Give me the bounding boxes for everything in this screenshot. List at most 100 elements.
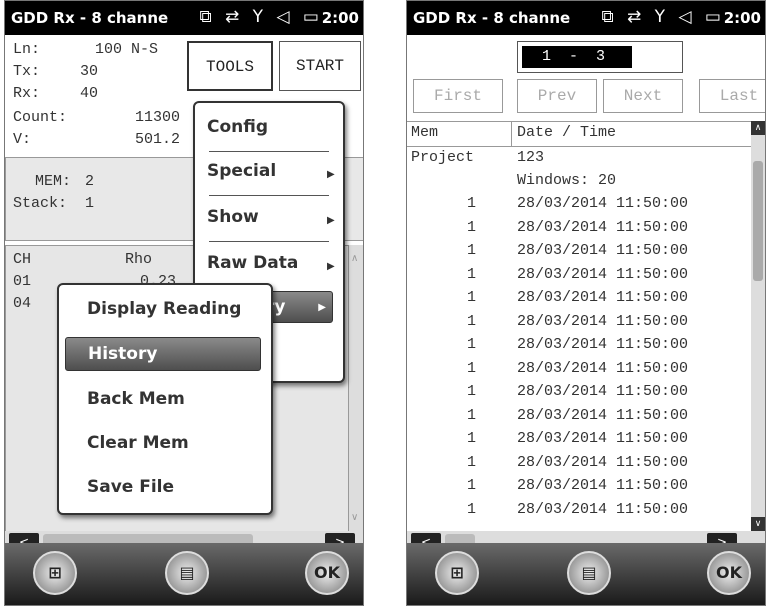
scroll-down-icon[interactable]: ∨ (351, 512, 358, 523)
mem-value: 2 (85, 173, 95, 190)
v-value: 501.2 (135, 131, 181, 148)
row-mem: 1 (467, 289, 477, 306)
menu-item-config[interactable]: Config (207, 117, 268, 137)
table-row[interactable]: 1 28/03/2014 11:50:00 (407, 475, 751, 498)
stack-value: 1 (85, 195, 95, 212)
menu-item-save-file[interactable]: Save File (87, 477, 174, 497)
menu-divider (209, 151, 329, 152)
table-row[interactable]: 1 28/03/2014 11:50:00 (407, 452, 751, 475)
project-value: 123 (517, 149, 545, 166)
row-datetime: 28/03/2014 11:50:00 (517, 383, 689, 400)
column-header-datetime[interactable]: Date / Time (517, 124, 616, 141)
row-datetime: 28/03/2014 11:50:00 (517, 218, 689, 236)
menu-item-raw-data[interactable]: Raw Data (207, 253, 298, 273)
table-row[interactable]: 1 28/03/2014 11:50:00 (407, 334, 751, 357)
row-mem: 1 (467, 218, 477, 236)
row-datetime: 28/03/2014 11:50:00 (517, 289, 689, 306)
ln-label: Ln: (13, 41, 41, 58)
column-header-mem[interactable]: Mem (411, 124, 438, 141)
submenu-arrow-icon: ▶ (327, 215, 335, 226)
ok-button[interactable]: OK (305, 551, 349, 595)
table-row[interactable]: 1 28/03/2014 11:50:00 (407, 240, 751, 263)
status-bar: GDD Rx - 8 channe ⧉ ⇄ Y ◁ ▭ 2:00 (407, 1, 765, 35)
row-mem: 1 (467, 430, 477, 447)
menu-item-display-reading[interactable]: Display Reading (87, 299, 241, 319)
context-menu: Display Reading History Back Mem Clear M… (57, 283, 273, 515)
row-datetime: 28/03/2014 11:50:00 (517, 500, 689, 518)
scroll-down-icon[interactable]: ∨ (751, 517, 765, 531)
row-datetime: 28/03/2014 11:50:00 (517, 265, 689, 283)
grid-cell-ch: 04 (13, 295, 32, 312)
row-mem: 1 (467, 406, 477, 424)
column-divider (511, 122, 512, 146)
rx-label: Rx: (13, 85, 41, 102)
count-label: Count: (13, 109, 68, 126)
row-datetime: 28/03/2014 11:50:00 (517, 477, 689, 494)
last-button[interactable]: Last (699, 79, 765, 113)
prev-button[interactable]: Prev (517, 79, 597, 113)
table-row[interactable]: 1 28/03/2014 11:50:00 (407, 405, 751, 428)
row-datetime: 28/03/2014 11:50:00 (517, 406, 689, 424)
table-row[interactable]: 1 28/03/2014 11:50:00 (407, 381, 751, 404)
range-field[interactable]: 1 - 3 (517, 41, 683, 73)
menu-item-special[interactable]: Special (207, 161, 276, 181)
menu-item-clear-mem[interactable]: Clear Mem (87, 433, 189, 453)
grid-header-ch: CH (13, 251, 32, 268)
ok-button[interactable]: OK (707, 551, 751, 595)
v-label: V: (13, 131, 32, 148)
vertical-scrollbar[interactable]: ∧ ∨ (349, 245, 363, 531)
table-row[interactable]: 1 28/03/2014 11:50:00 (407, 311, 751, 334)
tools-button[interactable]: TOOLS (187, 41, 273, 91)
scroll-up-icon[interactable]: ∧ (351, 253, 358, 264)
table-row[interactable]: 1 28/03/2014 11:50:00 (407, 358, 751, 381)
scroll-up-icon[interactable]: ∧ (751, 121, 765, 135)
app-title: GDD Rx - 8 channe (11, 9, 169, 27)
rx-value: 40 (80, 85, 99, 102)
row-datetime: 28/03/2014 11:50:00 (517, 430, 689, 447)
next-button[interactable]: Next (603, 79, 683, 113)
stack-label: Stack: (13, 195, 68, 212)
taskbar: ⊞ ▤ OK (5, 543, 363, 605)
tx-label: Tx: (13, 63, 41, 80)
menu-item-history-label: History (88, 344, 158, 364)
menu-item-history-selected[interactable]: History (65, 337, 261, 371)
start-button[interactable]: START (279, 41, 361, 91)
table-row[interactable]: 1 28/03/2014 11:50:00 (407, 428, 751, 451)
first-button[interactable]: First (413, 79, 503, 113)
windows-start-icon[interactable]: ⊞ (435, 551, 479, 595)
row-datetime: 28/03/2014 11:50:00 (517, 453, 689, 471)
vertical-scrollbar[interactable]: ∧ ∨ (751, 121, 765, 531)
range-value: 1 - 3 (522, 46, 632, 68)
table-row[interactable]: 1 28/03/2014 11:50:00 (407, 499, 751, 522)
menu-item-show[interactable]: Show (207, 207, 259, 227)
row-mem: 1 (467, 336, 477, 353)
keyboard-icon[interactable]: ▤ (567, 551, 611, 595)
keyboard-icon[interactable]: ▤ (165, 551, 209, 595)
row-mem: 1 (467, 265, 477, 283)
row-datetime: 28/03/2014 11:50:00 (517, 312, 689, 330)
grid-cell-ch: 01 (13, 273, 32, 290)
windows-start-icon[interactable]: ⊞ (33, 551, 77, 595)
main-screen: GDD Rx - 8 channe ⧉ ⇄ Y ◁ ▭ 2:00 Ln: 100… (4, 0, 364, 606)
tx-value: 30 (80, 63, 99, 80)
row-mem: 1 (467, 477, 477, 494)
table-row[interactable]: Windows: 20 (407, 170, 751, 193)
row-mem: 1 (467, 195, 477, 212)
row-datetime: 28/03/2014 11:50:00 (517, 195, 689, 212)
row-datetime: 28/03/2014 11:50:00 (517, 242, 689, 259)
table-row[interactable]: 1 28/03/2014 11:50:00 (407, 217, 751, 240)
row-mem: 1 (467, 453, 477, 471)
row-mem: 1 (467, 312, 477, 330)
submenu-arrow-icon: ▶ (327, 261, 335, 272)
table-row[interactable]: 1 28/03/2014 11:50:00 (407, 287, 751, 310)
menu-item-back-mem[interactable]: Back Mem (87, 389, 185, 409)
table-row[interactable]: Project 123 (407, 147, 751, 170)
table-row[interactable]: 1 28/03/2014 11:50:00 (407, 193, 751, 216)
scroll-thumb[interactable] (753, 161, 763, 281)
menu-divider (209, 195, 329, 196)
status-icons: ⧉ ⇄ Y ◁ ▭ (601, 7, 725, 27)
windows-value: Windows: 20 (517, 172, 617, 189)
row-mem: 1 (467, 500, 477, 518)
clock: 2:00 (723, 9, 761, 27)
table-row[interactable]: 1 28/03/2014 11:50:00 (407, 264, 751, 287)
